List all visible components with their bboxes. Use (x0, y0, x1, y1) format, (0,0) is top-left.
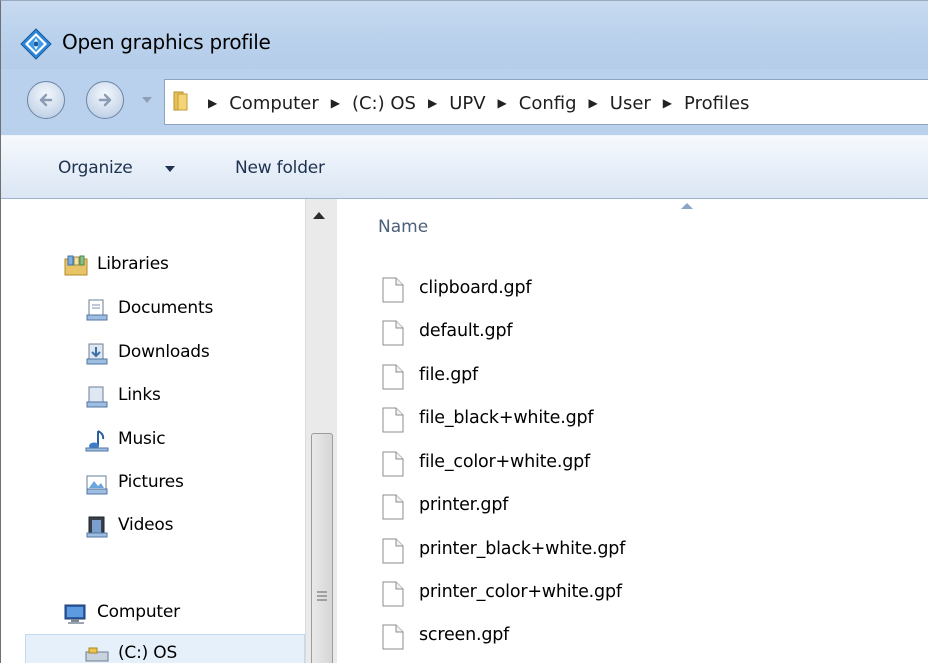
computer-icon (64, 604, 86, 624)
chevron-right-icon[interactable]: ▶ (663, 96, 672, 110)
nav-label-documents: Documents (118, 298, 214, 318)
nav-label-videos: Videos (118, 515, 174, 535)
folder-icon (173, 91, 188, 111)
breadcrumb: ▶ Computer ▶ (C:) OS ▶ UPV ▶ Config ▶ Us… (208, 90, 761, 116)
file-name: printer.gpf (419, 495, 509, 515)
chevron-right-icon[interactable]: ▶ (208, 96, 217, 110)
chevron-right-icon[interactable]: ▶ (331, 96, 340, 110)
organize-button[interactable]: Organize (58, 158, 133, 178)
nav-label-music: Music (118, 429, 166, 449)
forward-button[interactable] (86, 81, 124, 119)
breadcrumb-item[interactable]: Computer (229, 93, 318, 114)
scrollbar-thumb[interactable] (311, 433, 333, 663)
file-icon (382, 451, 404, 477)
downloads-library-icon (86, 343, 108, 365)
file-icon (382, 494, 404, 520)
forward-arrow-icon (98, 93, 112, 107)
sort-ascending-icon (681, 203, 693, 209)
chevron-right-icon[interactable]: ▶ (498, 96, 507, 110)
chevron-right-icon[interactable]: ▶ (428, 96, 437, 110)
file-name: printer_black+white.gpf (419, 539, 626, 559)
file-name: printer_color+white.gpf (419, 582, 622, 602)
file-icon (382, 538, 404, 564)
nav-label-downloads: Downloads (118, 342, 210, 362)
nav-label-computer: Computer (97, 602, 180, 622)
nav-label-links: Links (118, 385, 161, 405)
nav-label-pictures: Pictures (118, 472, 184, 492)
back-arrow-icon (39, 93, 53, 107)
file-name: default.gpf (419, 321, 513, 341)
column-header-name[interactable]: Name (378, 217, 428, 237)
breadcrumb-item[interactable]: Profiles (684, 93, 749, 114)
file-name: clipboard.gpf (419, 278, 532, 298)
command-bar (1, 135, 928, 199)
open-file-dialog: Open graphics profile ▶ Computer ▶ (C:) … (0, 0, 928, 663)
file-icon (382, 407, 404, 433)
pictures-library-icon (86, 475, 108, 495)
recent-pages-dropdown-icon[interactable] (140, 95, 154, 105)
scroll-grip-icon (317, 591, 327, 601)
music-library-icon (85, 430, 109, 452)
links-library-icon (86, 386, 108, 408)
documents-library-icon (86, 299, 108, 321)
file-name: file_color+white.gpf (419, 452, 590, 472)
chevron-right-icon[interactable]: ▶ (589, 96, 598, 110)
file-icon (382, 364, 404, 390)
file-name: file.gpf (419, 365, 478, 385)
file-icon (382, 277, 404, 303)
breadcrumb-item[interactable]: UPV (449, 93, 485, 114)
breadcrumb-item[interactable]: Config (519, 93, 577, 114)
libraries-icon (64, 255, 88, 276)
back-button[interactable] (27, 81, 65, 119)
scroll-up-arrow-icon[interactable] (312, 210, 326, 220)
nav-label-libraries: Libraries (97, 254, 169, 274)
nav-label-drive-c: (C:) OS (118, 643, 178, 663)
file-name: screen.gpf (419, 625, 510, 645)
file-icon (382, 624, 404, 650)
breadcrumb-item[interactable]: (C:) OS (352, 93, 416, 114)
chevron-down-icon[interactable] (165, 165, 175, 173)
app-logo-icon (20, 28, 52, 60)
new-folder-button[interactable]: New folder (235, 158, 325, 178)
file-icon (382, 320, 404, 346)
file-icon (382, 581, 404, 607)
file-name: file_black+white.gpf (419, 408, 594, 428)
videos-library-icon (86, 516, 108, 538)
drive-icon (85, 647, 109, 662)
window-title: Open graphics profile (62, 30, 271, 54)
breadcrumb-item[interactable]: User (610, 93, 651, 114)
